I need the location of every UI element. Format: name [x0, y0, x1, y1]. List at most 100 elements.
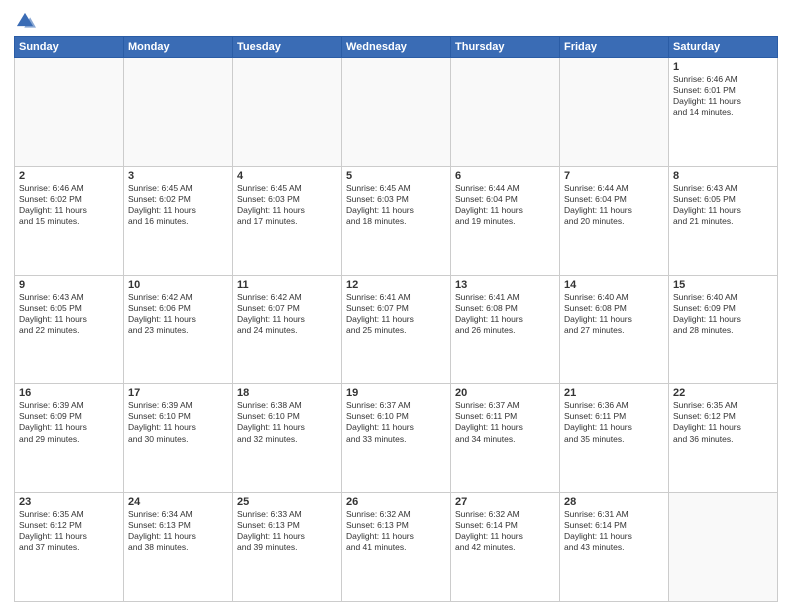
calendar-cell: 27Sunrise: 6:32 AM Sunset: 6:14 PM Dayli… — [451, 493, 560, 602]
day-info: Sunrise: 6:43 AM Sunset: 6:05 PM Dayligh… — [19, 292, 119, 336]
calendar-cell: 1Sunrise: 6:46 AM Sunset: 6:01 PM Daylig… — [669, 58, 778, 167]
day-number: 23 — [19, 496, 119, 508]
calendar-cell: 13Sunrise: 6:41 AM Sunset: 6:08 PM Dayli… — [451, 275, 560, 384]
day-info: Sunrise: 6:33 AM Sunset: 6:13 PM Dayligh… — [237, 509, 337, 553]
calendar-cell — [15, 58, 124, 167]
page: SundayMondayTuesdayWednesdayThursdayFrid… — [0, 0, 792, 612]
day-number: 15 — [673, 279, 773, 291]
day-number: 2 — [19, 170, 119, 182]
day-number: 16 — [19, 387, 119, 399]
day-number: 25 — [237, 496, 337, 508]
week-row-4: 16Sunrise: 6:39 AM Sunset: 6:09 PM Dayli… — [15, 384, 778, 493]
day-info: Sunrise: 6:41 AM Sunset: 6:07 PM Dayligh… — [346, 292, 446, 336]
calendar-cell — [124, 58, 233, 167]
day-number: 6 — [455, 170, 555, 182]
calendar-cell — [560, 58, 669, 167]
calendar-cell: 7Sunrise: 6:44 AM Sunset: 6:04 PM Daylig… — [560, 166, 669, 275]
logo-icon — [14, 10, 36, 32]
day-info: Sunrise: 6:43 AM Sunset: 6:05 PM Dayligh… — [673, 183, 773, 227]
calendar-cell — [669, 493, 778, 602]
day-info: Sunrise: 6:40 AM Sunset: 6:09 PM Dayligh… — [673, 292, 773, 336]
day-number: 5 — [346, 170, 446, 182]
day-info: Sunrise: 6:45 AM Sunset: 6:03 PM Dayligh… — [346, 183, 446, 227]
calendar-cell: 4Sunrise: 6:45 AM Sunset: 6:03 PM Daylig… — [233, 166, 342, 275]
calendar-cell: 11Sunrise: 6:42 AM Sunset: 6:07 PM Dayli… — [233, 275, 342, 384]
day-info: Sunrise: 6:41 AM Sunset: 6:08 PM Dayligh… — [455, 292, 555, 336]
calendar-cell: 24Sunrise: 6:34 AM Sunset: 6:13 PM Dayli… — [124, 493, 233, 602]
day-number: 7 — [564, 170, 664, 182]
day-info: Sunrise: 6:35 AM Sunset: 6:12 PM Dayligh… — [19, 509, 119, 553]
day-info: Sunrise: 6:45 AM Sunset: 6:02 PM Dayligh… — [128, 183, 228, 227]
calendar-cell: 12Sunrise: 6:41 AM Sunset: 6:07 PM Dayli… — [342, 275, 451, 384]
calendar-cell: 19Sunrise: 6:37 AM Sunset: 6:10 PM Dayli… — [342, 384, 451, 493]
weekday-header-saturday: Saturday — [669, 37, 778, 58]
calendar-cell — [451, 58, 560, 167]
day-number: 26 — [346, 496, 446, 508]
calendar-cell: 15Sunrise: 6:40 AM Sunset: 6:09 PM Dayli… — [669, 275, 778, 384]
calendar: SundayMondayTuesdayWednesdayThursdayFrid… — [14, 36, 778, 602]
day-number: 19 — [346, 387, 446, 399]
calendar-cell: 2Sunrise: 6:46 AM Sunset: 6:02 PM Daylig… — [15, 166, 124, 275]
calendar-cell: 14Sunrise: 6:40 AM Sunset: 6:08 PM Dayli… — [560, 275, 669, 384]
week-row-1: 1Sunrise: 6:46 AM Sunset: 6:01 PM Daylig… — [15, 58, 778, 167]
day-info: Sunrise: 6:31 AM Sunset: 6:14 PM Dayligh… — [564, 509, 664, 553]
calendar-cell: 22Sunrise: 6:35 AM Sunset: 6:12 PM Dayli… — [669, 384, 778, 493]
day-number: 21 — [564, 387, 664, 399]
day-number: 4 — [237, 170, 337, 182]
day-info: Sunrise: 6:38 AM Sunset: 6:10 PM Dayligh… — [237, 400, 337, 444]
calendar-cell: 28Sunrise: 6:31 AM Sunset: 6:14 PM Dayli… — [560, 493, 669, 602]
calendar-cell: 9Sunrise: 6:43 AM Sunset: 6:05 PM Daylig… — [15, 275, 124, 384]
day-info: Sunrise: 6:36 AM Sunset: 6:11 PM Dayligh… — [564, 400, 664, 444]
day-info: Sunrise: 6:37 AM Sunset: 6:10 PM Dayligh… — [346, 400, 446, 444]
day-number: 12 — [346, 279, 446, 291]
day-number: 20 — [455, 387, 555, 399]
calendar-cell: 21Sunrise: 6:36 AM Sunset: 6:11 PM Dayli… — [560, 384, 669, 493]
day-info: Sunrise: 6:42 AM Sunset: 6:07 PM Dayligh… — [237, 292, 337, 336]
calendar-cell: 23Sunrise: 6:35 AM Sunset: 6:12 PM Dayli… — [15, 493, 124, 602]
day-number: 3 — [128, 170, 228, 182]
week-row-5: 23Sunrise: 6:35 AM Sunset: 6:12 PM Dayli… — [15, 493, 778, 602]
calendar-cell: 25Sunrise: 6:33 AM Sunset: 6:13 PM Dayli… — [233, 493, 342, 602]
day-number: 13 — [455, 279, 555, 291]
calendar-cell: 17Sunrise: 6:39 AM Sunset: 6:10 PM Dayli… — [124, 384, 233, 493]
day-number: 27 — [455, 496, 555, 508]
calendar-cell: 18Sunrise: 6:38 AM Sunset: 6:10 PM Dayli… — [233, 384, 342, 493]
weekday-header-thursday: Thursday — [451, 37, 560, 58]
day-info: Sunrise: 6:32 AM Sunset: 6:13 PM Dayligh… — [346, 509, 446, 553]
calendar-cell: 3Sunrise: 6:45 AM Sunset: 6:02 PM Daylig… — [124, 166, 233, 275]
day-number: 1 — [673, 61, 773, 73]
calendar-cell: 6Sunrise: 6:44 AM Sunset: 6:04 PM Daylig… — [451, 166, 560, 275]
calendar-cell: 10Sunrise: 6:42 AM Sunset: 6:06 PM Dayli… — [124, 275, 233, 384]
day-info: Sunrise: 6:39 AM Sunset: 6:09 PM Dayligh… — [19, 400, 119, 444]
calendar-cell: 8Sunrise: 6:43 AM Sunset: 6:05 PM Daylig… — [669, 166, 778, 275]
day-info: Sunrise: 6:35 AM Sunset: 6:12 PM Dayligh… — [673, 400, 773, 444]
day-info: Sunrise: 6:46 AM Sunset: 6:01 PM Dayligh… — [673, 74, 773, 118]
day-number: 11 — [237, 279, 337, 291]
calendar-cell — [342, 58, 451, 167]
day-number: 18 — [237, 387, 337, 399]
day-number: 9 — [19, 279, 119, 291]
day-info: Sunrise: 6:37 AM Sunset: 6:11 PM Dayligh… — [455, 400, 555, 444]
weekday-header-wednesday: Wednesday — [342, 37, 451, 58]
day-number: 10 — [128, 279, 228, 291]
week-row-3: 9Sunrise: 6:43 AM Sunset: 6:05 PM Daylig… — [15, 275, 778, 384]
day-info: Sunrise: 6:34 AM Sunset: 6:13 PM Dayligh… — [128, 509, 228, 553]
day-number: 28 — [564, 496, 664, 508]
calendar-cell: 16Sunrise: 6:39 AM Sunset: 6:09 PM Dayli… — [15, 384, 124, 493]
header — [14, 10, 778, 32]
day-number: 8 — [673, 170, 773, 182]
day-info: Sunrise: 6:39 AM Sunset: 6:10 PM Dayligh… — [128, 400, 228, 444]
week-row-2: 2Sunrise: 6:46 AM Sunset: 6:02 PM Daylig… — [15, 166, 778, 275]
day-number: 22 — [673, 387, 773, 399]
calendar-cell: 26Sunrise: 6:32 AM Sunset: 6:13 PM Dayli… — [342, 493, 451, 602]
weekday-header-friday: Friday — [560, 37, 669, 58]
day-info: Sunrise: 6:44 AM Sunset: 6:04 PM Dayligh… — [564, 183, 664, 227]
weekday-header-row: SundayMondayTuesdayWednesdayThursdayFrid… — [15, 37, 778, 58]
day-info: Sunrise: 6:46 AM Sunset: 6:02 PM Dayligh… — [19, 183, 119, 227]
weekday-header-monday: Monday — [124, 37, 233, 58]
day-number: 24 — [128, 496, 228, 508]
calendar-cell: 20Sunrise: 6:37 AM Sunset: 6:11 PM Dayli… — [451, 384, 560, 493]
day-info: Sunrise: 6:42 AM Sunset: 6:06 PM Dayligh… — [128, 292, 228, 336]
day-info: Sunrise: 6:40 AM Sunset: 6:08 PM Dayligh… — [564, 292, 664, 336]
day-info: Sunrise: 6:44 AM Sunset: 6:04 PM Dayligh… — [455, 183, 555, 227]
